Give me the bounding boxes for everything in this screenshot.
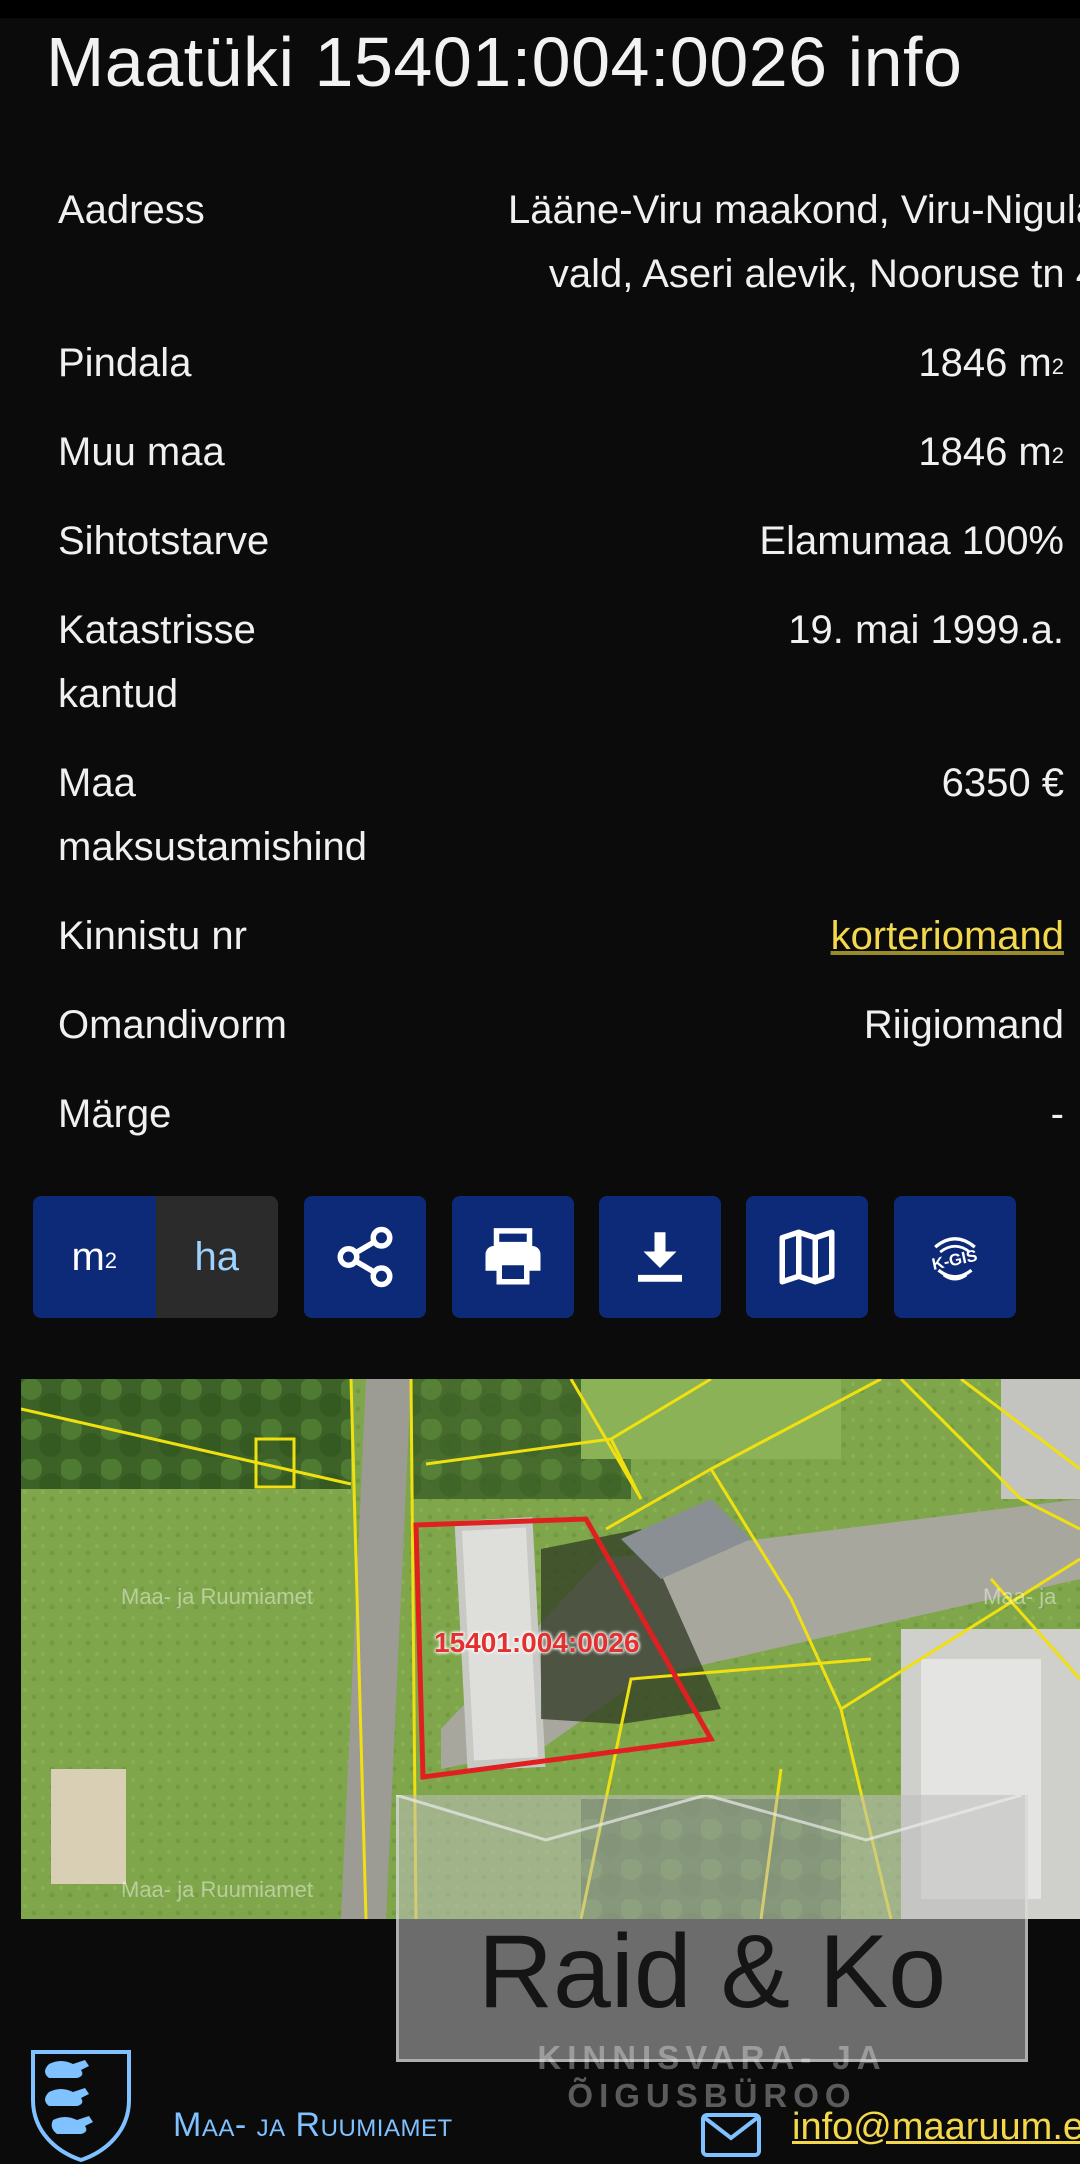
info-value: 6350 € — [941, 761, 1064, 805]
print-icon — [485, 1228, 541, 1285]
kgis-icon: K-GIS — [930, 1237, 979, 1281]
organization-name[interactable]: Maa- ja Ruumiamet — [173, 2106, 453, 2145]
map-watermark: Maa- ja Ruumiamet — [121, 1584, 313, 1609]
kgis-button[interactable]: K-GIS — [894, 1196, 1016, 1318]
info-value: 1846 m2 — [418, 420, 1064, 484]
page-title: Maatüki 15401:004:0026 info — [46, 23, 963, 101]
parcel-label: 15401:004:0026 — [434, 1627, 640, 1658]
info-key: Pindala — [58, 341, 192, 385]
status-bar — [0, 0, 1080, 18]
info-value: 19. mai 1999.a. — [788, 608, 1064, 652]
overlay-zigzag-edge — [396, 1795, 1022, 1842]
map-watermark: Maa- ja Ruumiamet — [121, 1877, 313, 1902]
info-key: Katastrisse kantud — [58, 608, 256, 716]
unit-superscript: 2 — [1051, 354, 1064, 379]
info-row-other-land: Muu maa 1846 m2 — [58, 420, 1064, 484]
info-value: Elamumaa 100% — [759, 519, 1064, 563]
info-value: - — [1050, 1092, 1064, 1136]
map-icon — [779, 1229, 835, 1285]
info-row-ownership: Omandivorm Riigiomand — [58, 993, 1064, 1057]
info-row-note: Märge - — [58, 1082, 1064, 1146]
unit-m2-button[interactable]: m2 — [33, 1196, 156, 1318]
info-row-address: Aadress Lääne-Viru maakond, Viru-Nigula … — [58, 178, 1080, 306]
map-view-button[interactable] — [746, 1196, 868, 1318]
info-row-purpose: Sihtotstarve Elamumaa 100% — [58, 509, 1064, 573]
area-value: 1846 m — [918, 341, 1052, 385]
contact-email-link[interactable]: info@maaruum.e — [792, 2106, 1080, 2149]
parcel-info-table: Aadress Lääne-Viru maakond, Viru-Nigula … — [58, 178, 1080, 1171]
other-land-value: 1846 m — [918, 430, 1052, 474]
info-key: Aadress — [58, 188, 205, 232]
info-row-registry-number: Kinnistu nr korteriomand — [58, 904, 1064, 968]
info-row-tax-value: Maa maksustamishind 6350 € — [58, 751, 1064, 879]
kgis-label: K-GIS — [930, 1247, 979, 1274]
info-key: Sihtotstarve — [58, 519, 270, 563]
info-row-area: Pindala 1846 m2 — [58, 331, 1064, 395]
info-row-registered: Katastrisse kantud 19. mai 1999.a. — [58, 598, 1064, 726]
raid-ko-overlay-ad[interactable]: Raid & Ko KINNISVARA- JA ÕIGUSBÜROO — [396, 1795, 1028, 2114]
info-key: Märge — [58, 1092, 172, 1136]
unit-superscript: 2 — [104, 1248, 118, 1273]
info-value: korteriomand — [418, 904, 1064, 968]
mail-icon[interactable] — [700, 2112, 762, 2158]
share-button[interactable] — [304, 1196, 426, 1318]
info-value: 1846 m2 — [418, 331, 1064, 395]
download-icon — [638, 1232, 682, 1282]
download-button[interactable] — [599, 1196, 721, 1318]
registry-link[interactable]: korteriomand — [831, 914, 1064, 958]
footer: Maa- ja Ruumiamet info@maaruum.e — [0, 2040, 1080, 2164]
info-key: Omandivorm — [58, 1003, 287, 1047]
info-key: Kinnistu nr — [58, 914, 247, 958]
unit-toggle: m2 ha — [33, 1196, 278, 1318]
info-value: Riigiomand — [863, 1003, 1064, 1047]
overlay-brand: Raid & Ko — [477, 1914, 947, 2030]
info-value: Lääne-Viru maakond, Viru-Nigula vald, As… — [508, 188, 1080, 296]
unit-ha-button[interactable]: ha — [155, 1196, 278, 1318]
print-button[interactable] — [452, 1196, 574, 1318]
map-watermark: Maa- ja — [983, 1584, 1057, 1609]
share-icon — [337, 1226, 393, 1288]
info-key: Maa maksustamishind — [58, 761, 368, 869]
unit-m2-label: m — [71, 1234, 105, 1279]
unit-superscript: 2 — [1051, 443, 1064, 468]
coat-of-arms-logo — [31, 2050, 131, 2163]
info-key: Muu maa — [58, 430, 225, 474]
